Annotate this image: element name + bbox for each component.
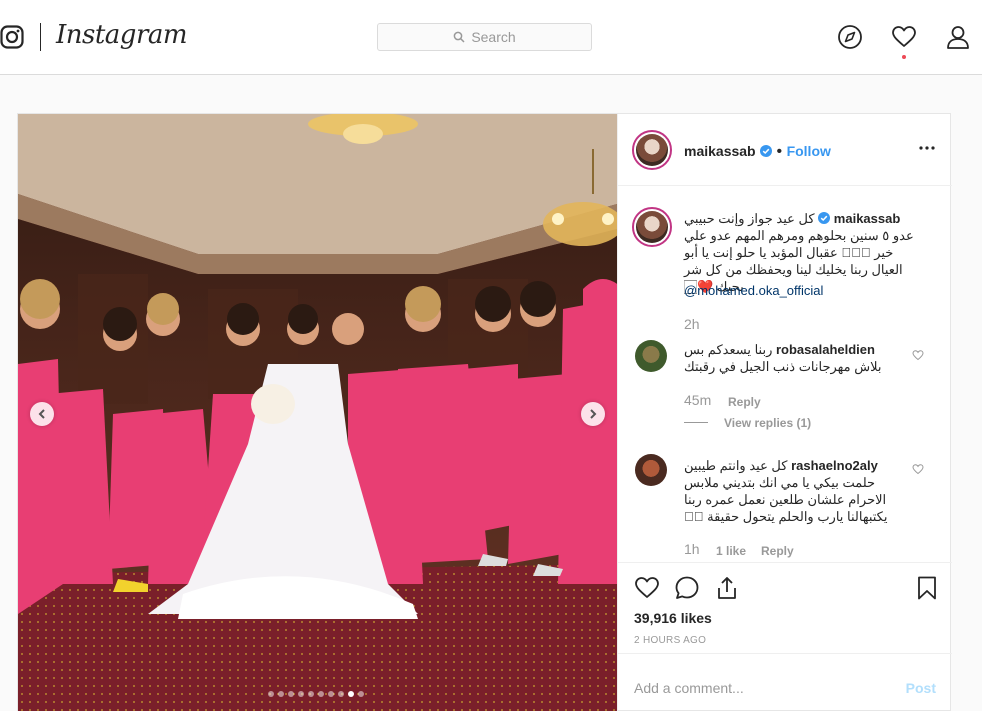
likes-count[interactable]: 39,916 likes bbox=[634, 610, 712, 626]
post-actions: 39,916 likes 2 HOURS AGO Add a comment..… bbox=[618, 562, 952, 711]
caption-author-avatar[interactable] bbox=[632, 207, 672, 247]
comment-1: robasalaheldien ربنا يسعدكم بس بلاش مهرج… bbox=[684, 341, 904, 375]
search-input[interactable]: Search bbox=[377, 23, 592, 51]
follow-button[interactable]: Follow bbox=[787, 143, 831, 159]
verified-badge-icon bbox=[760, 145, 773, 157]
add-comment-input[interactable]: Add a comment... bbox=[634, 680, 744, 696]
comment-2-reply-button[interactable]: Reply bbox=[761, 544, 794, 558]
comment-like-heart-icon[interactable] bbox=[912, 349, 924, 361]
comment-bubble-icon[interactable] bbox=[674, 575, 700, 601]
carousel-dot bbox=[288, 691, 294, 697]
carousel-indicator bbox=[268, 691, 364, 697]
comment-2-time[interactable]: 1h bbox=[684, 541, 700, 557]
top-navigation: Instagram Search bbox=[0, 0, 982, 75]
carousel-dot bbox=[318, 691, 324, 697]
post-card: maikassab • Follow maikassab كل عيد جواز… bbox=[17, 113, 952, 711]
post-photo[interactable] bbox=[18, 114, 617, 711]
author-line: maikassab • Follow bbox=[684, 143, 831, 160]
comment-1-reply-button[interactable]: Reply bbox=[728, 395, 761, 409]
carousel-next-button[interactable] bbox=[581, 402, 605, 426]
author-avatar[interactable] bbox=[632, 130, 672, 170]
carousel-prev-button[interactable] bbox=[30, 402, 54, 426]
wedding-photo-image bbox=[18, 114, 617, 711]
commenter-avatar[interactable] bbox=[635, 454, 667, 486]
view-replies-line bbox=[684, 422, 708, 423]
add-comment-bar: Add a comment... Post bbox=[618, 653, 952, 711]
caption-time[interactable]: 2h bbox=[684, 316, 700, 332]
comment-2-username[interactable]: rashaelno2aly bbox=[791, 458, 878, 473]
more-options-icon[interactable] bbox=[918, 139, 936, 157]
comment-2: rashaelno2aly كل عيد وانتم طيبين حلمت بي… bbox=[684, 457, 904, 525]
commenter-avatar[interactable] bbox=[635, 340, 667, 372]
chevron-left-icon bbox=[38, 409, 45, 419]
comments-section[interactable]: maikassab كل عيد جواز وإنت حبيبي عدو ٥ س… bbox=[618, 187, 952, 561]
share-icon[interactable] bbox=[714, 575, 740, 601]
heart-icon[interactable] bbox=[891, 24, 917, 50]
profile-icon[interactable] bbox=[945, 24, 971, 50]
carousel-dot bbox=[268, 691, 274, 697]
verified-badge-icon bbox=[818, 212, 831, 224]
compass-icon[interactable] bbox=[837, 24, 863, 50]
carousel-dot bbox=[358, 691, 364, 697]
carousel-dot bbox=[278, 691, 284, 697]
search-icon bbox=[453, 31, 465, 43]
carousel-dot bbox=[298, 691, 304, 697]
bookmark-icon[interactable] bbox=[914, 575, 940, 601]
view-replies-button[interactable]: View replies (1) bbox=[724, 416, 811, 430]
instagram-wordmark[interactable]: Instagram bbox=[56, 20, 188, 50]
caption-username[interactable]: maikassab bbox=[834, 211, 901, 226]
carousel-dot bbox=[328, 691, 334, 697]
post-header: maikassab • Follow bbox=[618, 114, 952, 186]
comment-like-heart-icon[interactable] bbox=[912, 463, 924, 475]
comment-1-time[interactable]: 45m bbox=[684, 392, 711, 408]
author-username[interactable]: maikassab bbox=[684, 143, 756, 159]
carousel-dot bbox=[348, 691, 354, 697]
instagram-glyph-icon[interactable] bbox=[0, 25, 24, 49]
comment-2-likes[interactable]: 1 like bbox=[716, 544, 746, 558]
notification-dot bbox=[902, 55, 906, 59]
caption-mention-link[interactable]: @mohamed.oka_official bbox=[684, 283, 823, 298]
carousel-dot bbox=[338, 691, 344, 697]
comment-1-username[interactable]: robasalaheldien bbox=[776, 342, 875, 357]
post-timestamp[interactable]: 2 HOURS AGO bbox=[634, 635, 706, 646]
logo-divider bbox=[40, 23, 41, 51]
search-placeholder: Search bbox=[471, 29, 516, 45]
like-heart-icon[interactable] bbox=[634, 575, 660, 601]
post-sidebar: maikassab • Follow maikassab كل عيد جواز… bbox=[617, 114, 952, 711]
chevron-right-icon bbox=[590, 409, 597, 419]
post-comment-button[interactable]: Post bbox=[906, 680, 936, 696]
carousel-dot bbox=[308, 691, 314, 697]
